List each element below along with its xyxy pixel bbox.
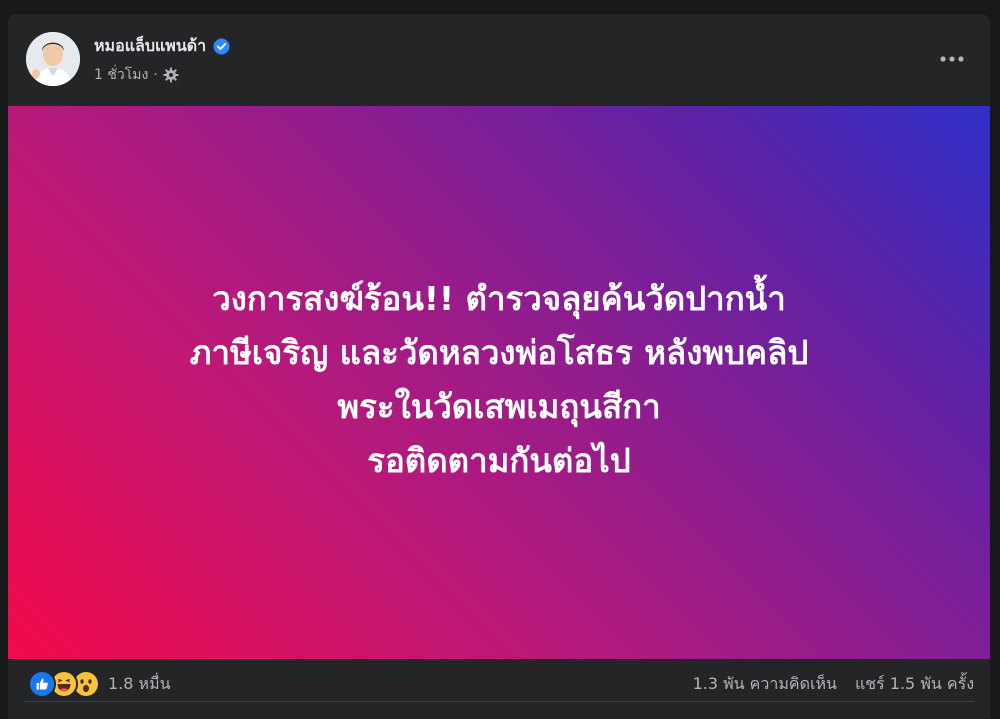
gear-icon[interactable] <box>163 67 179 83</box>
comment-count-link[interactable]: 1.3 พัน ความคิดเห็น <box>693 672 837 697</box>
footer-divider <box>24 701 974 702</box>
like-icon <box>28 670 56 698</box>
post-stats: 1.3 พัน ความคิดเห็น แชร์ 1.5 พัน ครั้ง <box>693 671 974 697</box>
image-text-line-1: วงการสงฆ์ร้อน!! ตำรวจลุยค้นวัดปากน้ำ <box>212 278 786 318</box>
meta-separator: · <box>153 67 158 83</box>
post-image-text: วงการสงฆ์ร้อน!! ตำรวจลุยค้นวัดปากน้ำ ภาษ… <box>190 272 809 488</box>
author-line: หมอแล็บแพนด้า <box>94 34 230 58</box>
post-image[interactable]: วงการสงฆ์ร้อน!! ตำรวจลุยค้นวัดปากน้ำ ภาษ… <box>8 106 990 659</box>
image-text-line-3: พระในวัดเสพเมถุนสีกา <box>337 386 661 426</box>
author-name[interactable]: หมอแล็บแพนด้า <box>94 34 206 59</box>
image-text-line-4: รอติดตามกันต่อไป <box>367 440 631 480</box>
avatar-image <box>26 32 80 86</box>
more-options-button[interactable] <box>932 44 972 74</box>
image-text-line-2: ภาษีเจริญ และวัดหลวงพ่อโสธร หลังพบคลิป <box>189 332 809 372</box>
post-card: หมอแล็บแพนด้า 1 ชั่วโมง · วงการสงฆ์ร้อน!… <box>8 14 990 719</box>
reaction-count: 1.8 หมื่น <box>108 673 171 693</box>
post-header: หมอแล็บแพนด้า 1 ชั่วโมง · <box>8 14 990 106</box>
page-background: หมอแล็บแพนด้า 1 ชั่วโมง · วงการสงฆ์ร้อน!… <box>0 0 1000 719</box>
post-timestamp[interactable]: 1 ชั่วโมง <box>94 64 148 86</box>
share-count-link[interactable]: แชร์ 1.5 พัน ครั้ง <box>855 672 974 697</box>
reactions-summary[interactable]: 1.8 หมื่น <box>28 670 171 698</box>
post-meta: 1 ชั่วโมง · <box>94 64 179 86</box>
verified-badge-icon <box>213 38 230 55</box>
avatar[interactable] <box>26 32 80 86</box>
more-options-icon <box>940 56 964 62</box>
